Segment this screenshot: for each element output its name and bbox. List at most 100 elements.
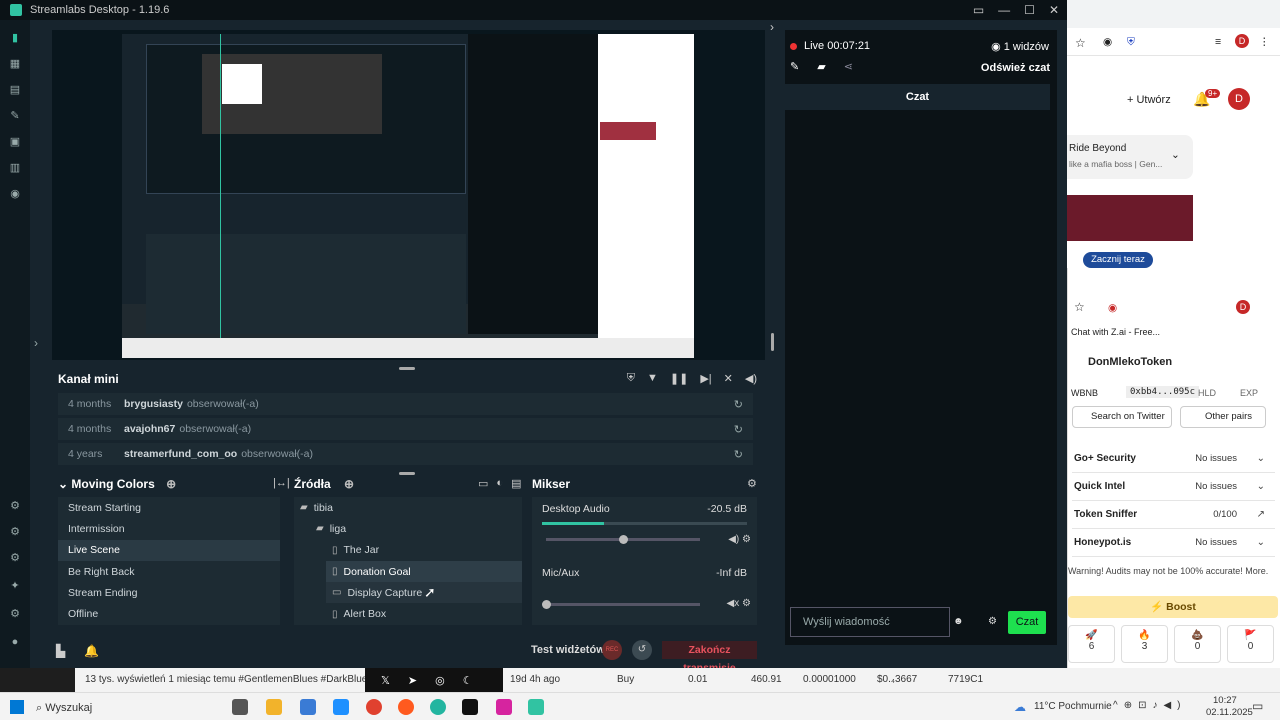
scene-item[interactable]: Offline [58, 603, 280, 624]
obs-icon[interactable]: ⚙ [9, 500, 21, 512]
highlighter-icon[interactable]: ◉ [9, 188, 21, 200]
minimize-button[interactable]: — [998, 3, 1010, 17]
weather-icon[interactable]: ☁ [1014, 700, 1026, 714]
end-stream-button[interactable]: Zakończ transmisję [662, 641, 757, 674]
profile-icon[interactable]: ● [9, 636, 21, 648]
reaction-rocket[interactable]: 🚀 6 [1068, 625, 1115, 663]
start-icon[interactable] [10, 700, 24, 714]
resize-handle-middle[interactable] [399, 472, 415, 475]
profile-avatar[interactable]: D [1235, 34, 1249, 48]
boost-button[interactable]: ⚡ Boost [1068, 596, 1278, 618]
shield-ext-icon[interactable]: ⛨ [1127, 36, 1135, 49]
performance-icon[interactable]: ▙ [56, 644, 65, 658]
replay-buffer-icon[interactable]: ↺ [632, 640, 652, 660]
settings-icon[interactable]: ⚙ [9, 608, 21, 620]
source-item[interactable]: ▰ tibia [294, 497, 522, 518]
source-item[interactable]: ▯ The Jar [294, 540, 522, 561]
mute-alerts-icon[interactable]: ✕ [724, 372, 733, 385]
star-icon[interactable]: ☆ [1074, 300, 1085, 314]
reaction-fire[interactable]: 🔥 3 [1121, 625, 1168, 663]
telegram-icon[interactable]: ➤ [408, 674, 417, 687]
volume-icon[interactable]: ◀) [745, 372, 757, 385]
more-icon[interactable]: ⋮ [1259, 36, 1270, 48]
maximize-button[interactable]: ☐ [1024, 3, 1035, 17]
notification-center-icon[interactable]: ▭ [1252, 699, 1263, 713]
pause-icon[interactable]: ❚❚ [670, 372, 688, 385]
x-icon[interactable]: 𝕏 [381, 674, 390, 687]
add-scene-icon[interactable]: ⊕ [166, 477, 176, 491]
shield-icon[interactable]: ⛨ [627, 372, 635, 385]
bookmark-tab[interactable]: Chat with Z.ai - Free... [1071, 327, 1160, 337]
volume-slider[interactable] [542, 600, 700, 609]
record-button[interactable]: REC [602, 640, 622, 660]
reaction-poop[interactable]: 💩 0 [1174, 625, 1221, 663]
folder-icon[interactable]: ▰ [817, 60, 825, 73]
source-item[interactable]: ▯ Alert Box [294, 603, 522, 624]
audit-row[interactable]: Quick Intel No issues ⌄ [1072, 473, 1275, 501]
exp-link[interactable]: EXP [1240, 388, 1258, 398]
effects-icon[interactable]: ✦ [9, 580, 21, 592]
themes-icon[interactable]: ✎ [9, 110, 21, 122]
scene-item[interactable]: Be Right Back [58, 561, 280, 582]
token-address[interactable]: 0xbb4...095c [1126, 386, 1200, 398]
weather-text[interactable]: 11°C Pochmurnie [1034, 701, 1112, 712]
start-now-button[interactable]: Zacznij teraz [1083, 252, 1153, 268]
chevron-down-icon[interactable]: ⌄ [58, 477, 68, 491]
speaker-icon[interactable]: ◀) [728, 534, 739, 545]
external-link-icon[interactable]: ↗ [1257, 509, 1265, 520]
bell-icon[interactable]: 🔔 [84, 644, 99, 658]
studio-mode-icon[interactable]: ▭ [973, 3, 984, 17]
store-icon[interactable]: ▣ [9, 136, 21, 148]
app-icon[interactable] [333, 699, 349, 715]
audit-row[interactable]: Go+ Security No issues ⌄ [1072, 445, 1275, 473]
create-button[interactable]: + Utwórz [1117, 89, 1187, 111]
editor-icon[interactable]: ▮ [9, 32, 21, 44]
apps-icon[interactable]: ▥ [9, 162, 21, 174]
scene-collection-title[interactable]: Moving Colors [71, 477, 154, 491]
audit-row[interactable]: Token Sniffer 0/100 ↗ [1072, 501, 1275, 529]
source-settings-icon[interactable]: ▭ [478, 477, 488, 490]
task-view-icon[interactable] [232, 699, 248, 715]
resize-handle-vertical[interactable] [771, 333, 774, 351]
search-box[interactable]: ⌕ Wyszukaj [36, 697, 216, 719]
hld-link[interactable]: HLD [1198, 388, 1216, 398]
plugin-icon[interactable]: ⚙ [9, 526, 21, 538]
replay-icon[interactable]: ↻ [734, 398, 743, 411]
extension-icon[interactable]: ◉ [1108, 302, 1117, 314]
search-twitter-button[interactable]: Search on Twitter [1072, 406, 1172, 428]
gear-icon[interactable]: ⚙ [742, 598, 751, 609]
chevron-down-icon[interactable]: ⌄ [1171, 149, 1180, 161]
scene-item[interactable]: Stream Starting [58, 497, 280, 518]
clock-time[interactable]: 10:27 [1213, 695, 1237, 706]
star-icon[interactable]: ☆ [1075, 36, 1086, 50]
gear-icon[interactable]: ⚙ [742, 534, 751, 545]
replay-icon[interactable]: ↻ [734, 448, 743, 461]
mixer-settings-icon[interactable]: ⚙ [747, 477, 757, 490]
scene-item[interactable]: Stream Ending [58, 582, 280, 603]
store-icon[interactable] [300, 699, 316, 715]
filter-icon[interactable]: ▼ [647, 372, 658, 385]
other-pairs-button[interactable]: Other pairs [1180, 406, 1266, 428]
clock-date[interactable]: 02.11.2025 [1206, 707, 1253, 718]
close-button[interactable]: ✕ [1049, 3, 1059, 17]
scene-transition-icon[interactable]: |↔| [273, 477, 290, 489]
edit-icon[interactable]: ✎ [790, 60, 799, 73]
tray-icons[interactable]: ^⊕⊡♪◀) [1113, 700, 1186, 711]
add-folder-icon[interactable]: ▤ [511, 477, 521, 490]
share-icon[interactable]: ⋖ [844, 60, 853, 73]
video-card[interactable]: Ride Beyond like a mafia boss | Gen... ⌄ [1067, 135, 1193, 179]
collapse-chat-icon[interactable]: › [770, 20, 774, 34]
chrome-icon[interactable] [366, 699, 382, 715]
source-item[interactable]: ▰ liga [294, 518, 522, 539]
scene-item[interactable]: Intermission [58, 518, 280, 539]
source-item-selected[interactable]: ▯ Donation Goal [326, 560, 522, 583]
file-explorer-icon[interactable] [266, 699, 282, 715]
send-chat-button[interactable]: Czat [1008, 611, 1046, 634]
chevron-down-icon[interactable]: ⌄ [1257, 481, 1265, 492]
replay-icon[interactable]: ↻ [734, 423, 743, 436]
instagram-icon[interactable] [496, 699, 512, 715]
refresh-chat-button[interactable]: Odśwież czat [981, 62, 1050, 74]
menu-icon[interactable]: ≡ [1215, 36, 1221, 48]
slider-knob[interactable] [542, 600, 551, 609]
reaction-flag[interactable]: 🚩 0 [1227, 625, 1274, 663]
